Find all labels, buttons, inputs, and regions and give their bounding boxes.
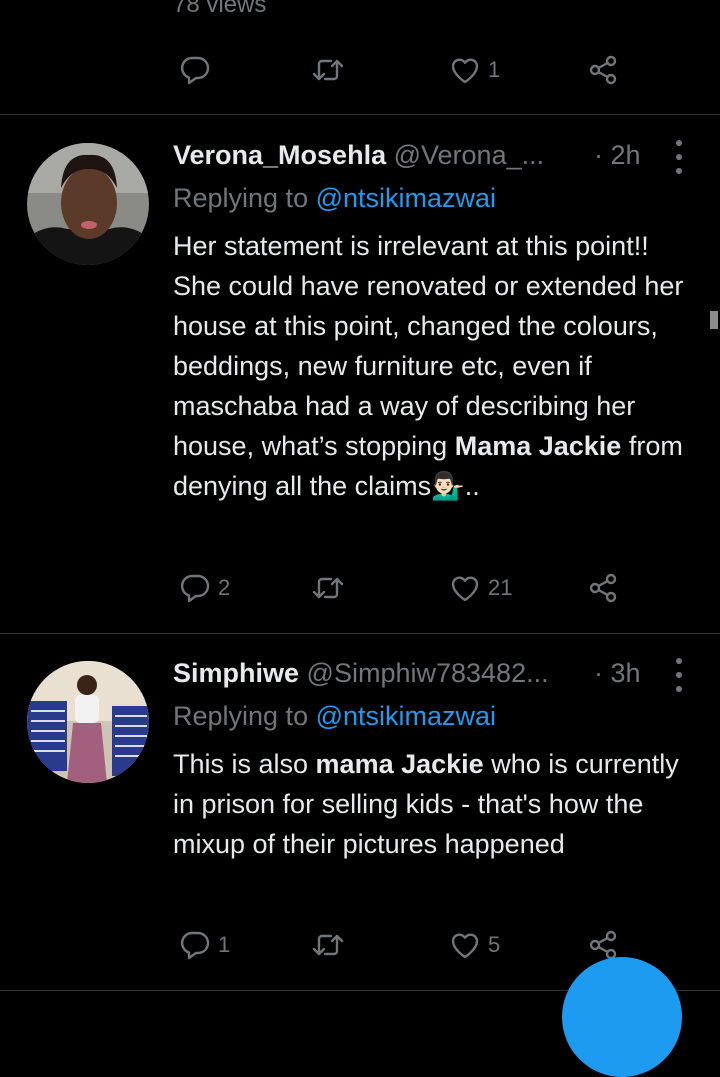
retweet-icon bbox=[312, 934, 344, 956]
tweet-header: Verona_Mosehla @Verona_... bbox=[173, 139, 660, 171]
share-button[interactable] bbox=[586, 50, 620, 90]
share-button[interactable] bbox=[586, 568, 620, 608]
tweet-action-bar: 2 21 bbox=[0, 568, 720, 608]
like-icon bbox=[451, 576, 479, 602]
retweet-button[interactable] bbox=[311, 925, 345, 965]
reply-button[interactable] bbox=[178, 50, 212, 90]
reply-icon bbox=[180, 56, 210, 85]
tweet-text: Her statement is irrelevant at this poin… bbox=[173, 231, 684, 501]
tweet-text: This is also mama Jackie who is currentl… bbox=[173, 749, 679, 859]
divider bbox=[0, 114, 720, 115]
reply-icon bbox=[180, 931, 210, 960]
more-options-icon bbox=[676, 140, 682, 146]
more-options-button[interactable] bbox=[674, 140, 684, 174]
like-count: 1 bbox=[488, 57, 501, 82]
like-count: 5 bbox=[488, 932, 501, 957]
top-action-bar: 1 bbox=[0, 50, 720, 90]
more-options-icon bbox=[676, 658, 682, 664]
retweet-icon bbox=[312, 577, 344, 599]
avatar[interactable] bbox=[27, 661, 149, 783]
reply-button[interactable]: 1 bbox=[178, 925, 230, 965]
retweet-button[interactable] bbox=[311, 568, 345, 608]
scrollbar-thumb[interactable] bbox=[710, 311, 718, 329]
like-icon bbox=[451, 58, 479, 84]
share-icon bbox=[589, 55, 617, 85]
replying-to: Replying to @ntsikimazwai bbox=[173, 183, 497, 213]
compose-tweet-button[interactable] bbox=[562, 957, 682, 1077]
display-name[interactable]: Verona_Mosehla bbox=[173, 140, 386, 170]
like-icon bbox=[451, 933, 479, 959]
reply-count: 1 bbox=[218, 932, 231, 957]
reply-button[interactable]: 2 bbox=[178, 568, 230, 608]
timestamp[interactable]: · 2h bbox=[594, 139, 641, 171]
display-name[interactable]: Simphiwe bbox=[173, 658, 299, 688]
replying-to: Replying to @ntsikimazwai bbox=[173, 701, 497, 731]
mention-link[interactable]: @ntsikimazwai bbox=[316, 183, 496, 213]
retweet-button[interactable] bbox=[311, 50, 345, 90]
like-count: 21 bbox=[488, 575, 513, 600]
like-button[interactable]: 1 bbox=[448, 50, 500, 90]
mention-link[interactable]: @ntsikimazwai bbox=[316, 701, 496, 731]
divider bbox=[0, 633, 720, 634]
view-count: 78 views bbox=[173, 0, 267, 18]
timestamp[interactable]: · 3h bbox=[594, 657, 641, 689]
like-button[interactable]: 21 bbox=[448, 568, 512, 608]
user-handle[interactable]: @Simphiw783482... bbox=[307, 658, 549, 688]
tweet-header: Simphiwe @Simphiw783482... bbox=[173, 657, 660, 689]
reply-icon bbox=[180, 574, 210, 603]
more-options-button[interactable] bbox=[674, 658, 684, 692]
retweet-icon bbox=[312, 59, 344, 81]
user-handle[interactable]: @Verona_... bbox=[394, 140, 545, 170]
avatar[interactable] bbox=[27, 143, 149, 265]
share-icon bbox=[589, 573, 617, 603]
like-button[interactable]: 5 bbox=[448, 925, 500, 965]
reply-count: 2 bbox=[218, 575, 231, 600]
